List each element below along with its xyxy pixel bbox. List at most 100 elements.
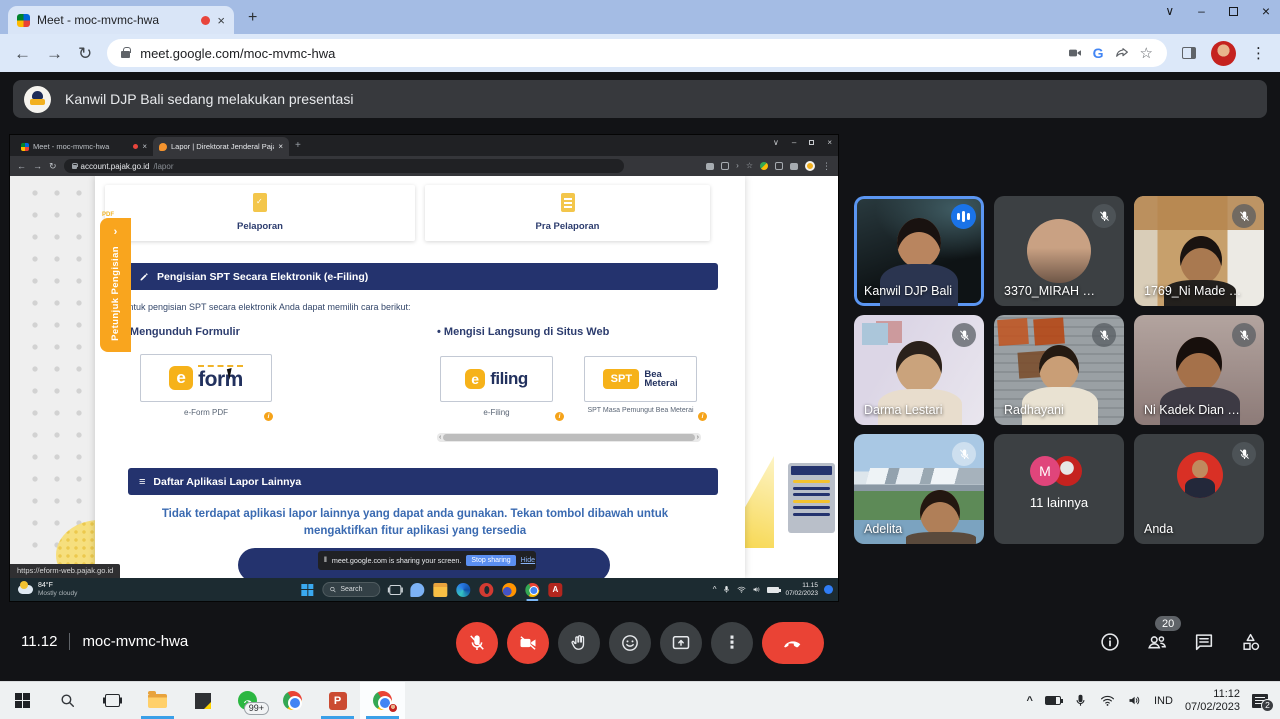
hidden-icons-caret[interactable]: ^ <box>1027 695 1033 707</box>
download-icon[interactable] <box>706 163 714 170</box>
window-minimize-button[interactable]: – <box>792 138 796 147</box>
share-icon[interactable] <box>1114 45 1130 61</box>
mic-icon[interactable] <box>722 585 731 594</box>
speaker-icon[interactable] <box>752 585 761 594</box>
translate-icon[interactable] <box>721 162 729 170</box>
forward-button[interactable]: → <box>33 162 42 171</box>
raise-hand-button[interactable] <box>558 622 600 664</box>
hidden-icons-caret[interactable]: ^ <box>713 585 717 594</box>
tab-close-icon[interactable]: × <box>278 142 283 151</box>
chrome-profile-button[interactable] <box>360 682 405 719</box>
new-tab-button[interactable]: + <box>295 140 301 151</box>
mic-icon[interactable] <box>1073 693 1088 708</box>
mic-toggle-button[interactable] <box>456 622 498 664</box>
firefox-icon[interactable] <box>502 583 516 597</box>
window-restore-button[interactable] <box>1229 7 1238 16</box>
taskbar-search-button[interactable] <box>45 682 90 719</box>
efiling-app-button[interactable]: e filing <box>440 356 553 402</box>
start-button[interactable] <box>0 682 45 719</box>
clock[interactable]: 11:12 07/02/2023 <box>1185 688 1240 714</box>
tab-close-icon[interactable]: × <box>217 14 225 27</box>
profile-avatar[interactable] <box>1211 41 1236 66</box>
chat-app-icon[interactable] <box>410 583 424 597</box>
participant-tile-kanwil[interactable]: Kanwil DJP Bali <box>854 196 984 306</box>
participant-tile[interactable]: Radhayani <box>994 315 1124 425</box>
window-close-button[interactable]: × <box>827 138 832 147</box>
reactions-button[interactable] <box>609 622 651 664</box>
bookmark-star-icon[interactable]: ☆ <box>1140 44 1153 62</box>
address-bar[interactable]: account.pajak.go.id /lapor <box>64 159 624 173</box>
start-button[interactable] <box>301 584 313 596</box>
action-center-icon[interactable]: 2 <box>1252 694 1268 708</box>
window-close-button[interactable]: × <box>1262 4 1270 18</box>
browser-menu-icon[interactable]: ⋮ <box>822 161 831 172</box>
pelaporan-card[interactable]: Pelaporan <box>105 185 415 241</box>
opera-icon[interactable] <box>479 583 493 597</box>
edge-icon[interactable] <box>456 583 470 597</box>
spt-bea-meterai-app-button[interactable]: SPT Bea Meterai <box>584 356 697 402</box>
task-view-button[interactable] <box>90 682 135 719</box>
file-explorer-button[interactable] <box>135 682 180 719</box>
shared-tab-lapor[interactable]: Lapor | Direktorat Jenderal Pajak × <box>153 137 289 156</box>
notification-badge-icon[interactable] <box>824 585 833 594</box>
horizontal-scrollbar[interactable]: ‹ › <box>437 433 701 442</box>
meeting-details-button[interactable] <box>1099 631 1121 653</box>
participant-tile[interactable]: Darma Lestari <box>854 315 984 425</box>
chat-button[interactable] <box>1193 631 1215 653</box>
share-icon[interactable]: › <box>736 162 739 170</box>
forward-button[interactable]: → <box>46 45 63 62</box>
petunjuk-pengisian-tab[interactable]: › Petunjuk Pengisian <box>100 218 131 352</box>
tab-close-icon[interactable]: × <box>142 142 147 151</box>
side-panel-icon[interactable] <box>790 163 798 170</box>
pra-pelaporan-card[interactable]: Pra Pelaporan <box>425 185 710 241</box>
profile-avatar[interactable] <box>805 161 815 171</box>
overflow-participants-tile[interactable]: M 11 lainnya <box>994 434 1124 544</box>
puzzle-extensions-icon[interactable] <box>775 162 783 170</box>
shared-tab-meet[interactable]: Meet - moc-mvmc-hwa × <box>15 137 153 156</box>
window-restore-button[interactable] <box>809 140 814 145</box>
hide-toast-link[interactable]: Hide <box>521 557 535 564</box>
scrollbar-thumb[interactable] <box>443 434 694 441</box>
file-explorer-icon[interactable] <box>433 583 447 597</box>
wifi-icon[interactable] <box>737 585 746 594</box>
clock[interactable]: 11.15 07/02/2023 <box>785 582 818 598</box>
back-button[interactable]: ← <box>17 162 26 171</box>
powerpoint-button[interactable]: P <box>315 682 360 719</box>
google-icon[interactable]: G <box>1093 45 1104 61</box>
address-bar[interactable]: meet.google.com/moc-mvmc-hwa G ☆ <box>107 39 1167 67</box>
activities-button[interactable] <box>1240 631 1262 653</box>
battery-icon[interactable] <box>767 587 779 593</box>
camera-in-use-icon[interactable] <box>1067 45 1083 61</box>
info-icon[interactable]: i <box>264 412 273 421</box>
eform-app-button[interactable]: e form <box>140 354 272 402</box>
sticky-notes-button[interactable] <box>180 682 225 719</box>
browser-menu-icon[interactable]: ⋮ <box>1251 44 1266 62</box>
reload-button[interactable]: ↻ <box>49 162 57 171</box>
browser-tab-meet[interactable]: Meet - moc-mvmc-hwa × <box>8 6 234 34</box>
tab-search-chevron-icon[interactable]: ∨ <box>1165 5 1174 17</box>
language-indicator[interactable]: IND <box>1154 695 1173 707</box>
shared-screen[interactable]: Meet - moc-mvmc-hwa × Lapor | Direktorat… <box>10 135 838 601</box>
participant-tile[interactable]: 1769_Ni Made … <box>1134 196 1264 306</box>
scroll-right-icon[interactable]: › <box>695 434 701 441</box>
extension-icon[interactable] <box>760 162 768 170</box>
wifi-icon[interactable] <box>1100 693 1115 708</box>
participant-tile[interactable]: Ni Kadek Dian … <box>1134 315 1264 425</box>
side-panel-icon[interactable] <box>1182 47 1196 59</box>
url-text[interactable]: meet.google.com/moc-mvmc-hwa <box>140 46 1056 61</box>
new-tab-button[interactable]: + <box>248 9 257 27</box>
chrome-button[interactable] <box>270 682 315 719</box>
participant-tile[interactable]: 3370_MIRAH … <box>994 196 1124 306</box>
tab-search-chevron-icon[interactable]: ∨ <box>773 138 779 147</box>
window-minimize-button[interactable]: – <box>1198 5 1205 17</box>
self-tile[interactable]: Anda <box>1134 434 1264 544</box>
info-icon[interactable]: i <box>698 412 707 421</box>
speaker-icon[interactable] <box>1127 693 1142 708</box>
chrome-icon[interactable] <box>525 583 539 597</box>
weather-widget[interactable]: 84°F Mostly cloudy <box>10 582 77 597</box>
battery-icon[interactable] <box>1045 696 1061 705</box>
acrobat-icon[interactable]: A <box>548 583 562 597</box>
stop-sharing-button[interactable]: Stop sharing <box>466 555 515 566</box>
present-button[interactable] <box>660 622 702 664</box>
camera-toggle-button[interactable] <box>507 622 549 664</box>
